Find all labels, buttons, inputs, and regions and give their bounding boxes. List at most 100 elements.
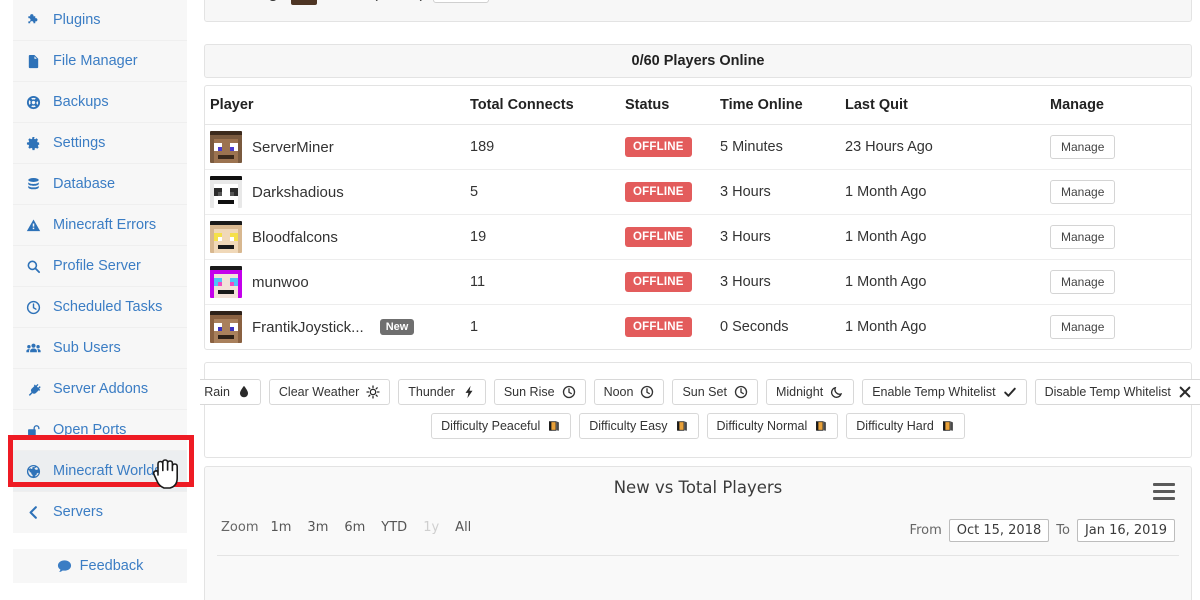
command-button-sun-set[interactable]: Sun Set [672, 379, 758, 405]
command-button-difficulty-peaceful[interactable]: Difficulty Peaceful [431, 413, 572, 439]
sidebar-item-label: Scheduled Tasks [53, 298, 163, 315]
sidebar-item-label: Sub Users [53, 339, 121, 356]
to-date-input[interactable]: Jan 16, 2019 [1076, 519, 1175, 542]
lightning-bolt-icon [462, 385, 476, 399]
manage-button[interactable]: Manage [1050, 270, 1116, 294]
check-icon [1003, 385, 1017, 399]
command-button-difficulty-easy[interactable]: Difficulty Easy [579, 413, 699, 439]
globe-icon [26, 464, 47, 479]
book-icon [547, 419, 561, 433]
player-cell: Bloodfalcons [205, 214, 470, 260]
chart-zoom-controls: Zoom 1m 3m 6m YTD 1y All [221, 519, 475, 536]
sun-icon [366, 385, 380, 399]
command-button-thunder[interactable]: Thunder [398, 379, 486, 405]
manage-button[interactable]: Manage [1050, 135, 1116, 159]
command-button-sun-rise[interactable]: Sun Rise [493, 379, 586, 405]
command-label: Noon [603, 385, 634, 399]
command-label: Sun Rise [503, 385, 555, 399]
sidebar-item-label: Servers [53, 504, 103, 521]
sidebar-item-backups[interactable]: Backups [13, 82, 187, 123]
manage-button[interactable]: Manage [1050, 315, 1116, 340]
status-cell: OFFLINE [625, 169, 720, 215]
manage-button[interactable]: Manage [1050, 180, 1116, 204]
command-label: Sun Set [682, 385, 727, 399]
status-cell: OFFLINE [625, 305, 720, 350]
player-cell: Darkshadious [205, 169, 470, 215]
life-ring-icon [26, 95, 47, 110]
command-button-noon[interactable]: Noon [593, 379, 665, 405]
sidebar-item-plugins[interactable]: Plugins [13, 0, 187, 41]
chevron-left-icon [26, 505, 47, 520]
zoom-option-ytd[interactable]: YTD [377, 519, 411, 536]
clock-icon [640, 385, 654, 399]
command-label: Thunder [408, 385, 455, 399]
command-button-rain[interactable]: Rain [200, 379, 261, 405]
command-button-clear-weather[interactable]: Clear Weather [268, 379, 391, 405]
zoom-option-3m[interactable]: 3m [303, 519, 332, 536]
change-version-button[interactable]: Change [432, 0, 489, 3]
players-table-header-row: Player Total Connects Status Time Online Las… [205, 86, 1191, 125]
total-connects-cell: 11 [470, 259, 625, 305]
zoom-option-all[interactable]: All [451, 519, 475, 536]
sidebar-item-server-addons[interactable]: Server Addons [13, 369, 187, 410]
column-header-manage: Manage [1050, 86, 1191, 125]
new-badge: New [379, 319, 415, 336]
column-header-total-connects: Total Connects [470, 86, 625, 125]
players-table-panel: Player Total Connects Status Time Online Las… [204, 85, 1192, 350]
time-online-cell: 5 Minutes [720, 124, 845, 170]
unlock-icon [26, 423, 47, 438]
sidebar-item-minecraft-errors[interactable]: Minecraft Errors [13, 205, 187, 246]
sidebar-item-open-ports[interactable]: Open Ports [13, 410, 187, 451]
status-badge: OFFLINE [625, 227, 692, 247]
sidebar-item-file-manager[interactable]: File Manager [13, 41, 187, 82]
from-date-input[interactable]: Oct 15, 2018 [948, 519, 1050, 542]
players-table-head: Player Total Connects Status Time Online Las… [205, 86, 1191, 125]
zoom-option-6m[interactable]: 6m [340, 519, 369, 536]
sidebar-item-servers[interactable]: Servers [13, 492, 187, 533]
moon-icon [830, 385, 844, 399]
chart-date-range: From Oct 15, 2018 To Jan 16, 2019 [910, 519, 1175, 542]
main-content: Running: Vanilla (1.13.2) Change 0100010… [200, 0, 1200, 600]
sidebar-item-label: Minecraft Worlds [53, 462, 162, 479]
file-icon [26, 54, 47, 69]
command-button-enable-temp-whitelist[interactable]: Enable Temp Whitelist [862, 379, 1027, 405]
sidebar-item-database[interactable]: Database [13, 164, 187, 205]
last-quit-cell: 1 Month Ago [845, 214, 1050, 260]
sidebar-item-minecraft-worlds[interactable]: Minecraft Worlds [13, 451, 187, 492]
search-icon [26, 259, 47, 274]
column-header-player: Player [205, 86, 470, 125]
command-label: Enable Temp Whitelist [872, 385, 996, 399]
player-name: Darkshadious [252, 183, 344, 201]
column-header-time-online: Time Online [720, 86, 845, 125]
zoom-option-1m[interactable]: 1m [266, 519, 295, 536]
sidebar-item-label: Open Ports [53, 421, 127, 438]
command-button-difficulty-hard[interactable]: Difficulty Hard [846, 413, 965, 439]
hamburger-menu-icon[interactable] [1153, 483, 1175, 504]
zoom-label: Zoom [221, 520, 259, 535]
player-name: Bloodfalcons [252, 228, 338, 246]
table-row: Darkshadious 5 OFFLINE 3 Hours 1 Month Ago Ma… [205, 169, 1191, 215]
feedback-button[interactable]: Feedback [13, 549, 187, 583]
player-identity: munwoo [210, 266, 470, 298]
command-button-difficulty-normal[interactable]: Difficulty Normal [706, 413, 839, 439]
player-avatar [210, 311, 242, 344]
sidebar-item-sub-users[interactable]: Sub Users [13, 328, 187, 369]
sidebar-item-profile-server[interactable]: Profile Server [13, 246, 187, 287]
sidebar-item-label: File Manager [53, 52, 138, 69]
sidebar-item-label: Minecraft Errors [53, 216, 157, 233]
player-identity: FrantikJoystick... New [210, 311, 470, 344]
sidebar-item-scheduled-tasks[interactable]: Scheduled Tasks [13, 287, 187, 328]
book-icon [814, 419, 828, 433]
command-label: Difficulty Peaceful [441, 419, 541, 433]
plug-icon [26, 382, 47, 397]
command-button-disable-temp-whitelist[interactable]: Disable Temp Whitelist [1034, 379, 1200, 405]
table-row: Bloodfalcons 19 OFFLINE 3 Hours 1 Month Ago M… [205, 214, 1191, 260]
command-label: Midnight [775, 385, 824, 399]
sidebar-item-label: Settings [53, 134, 106, 151]
weather-time-command-row: Rain Clear Weather Thunder Sun Rise Noon Sun … [200, 379, 1200, 405]
sidebar-item-settings[interactable]: Settings [13, 123, 187, 164]
command-button-midnight[interactable]: Midnight [765, 379, 855, 405]
command-label: Clear Weather [278, 385, 360, 399]
manage-button[interactable]: Manage [1050, 225, 1116, 249]
manage-cell: Manage [1050, 124, 1191, 170]
